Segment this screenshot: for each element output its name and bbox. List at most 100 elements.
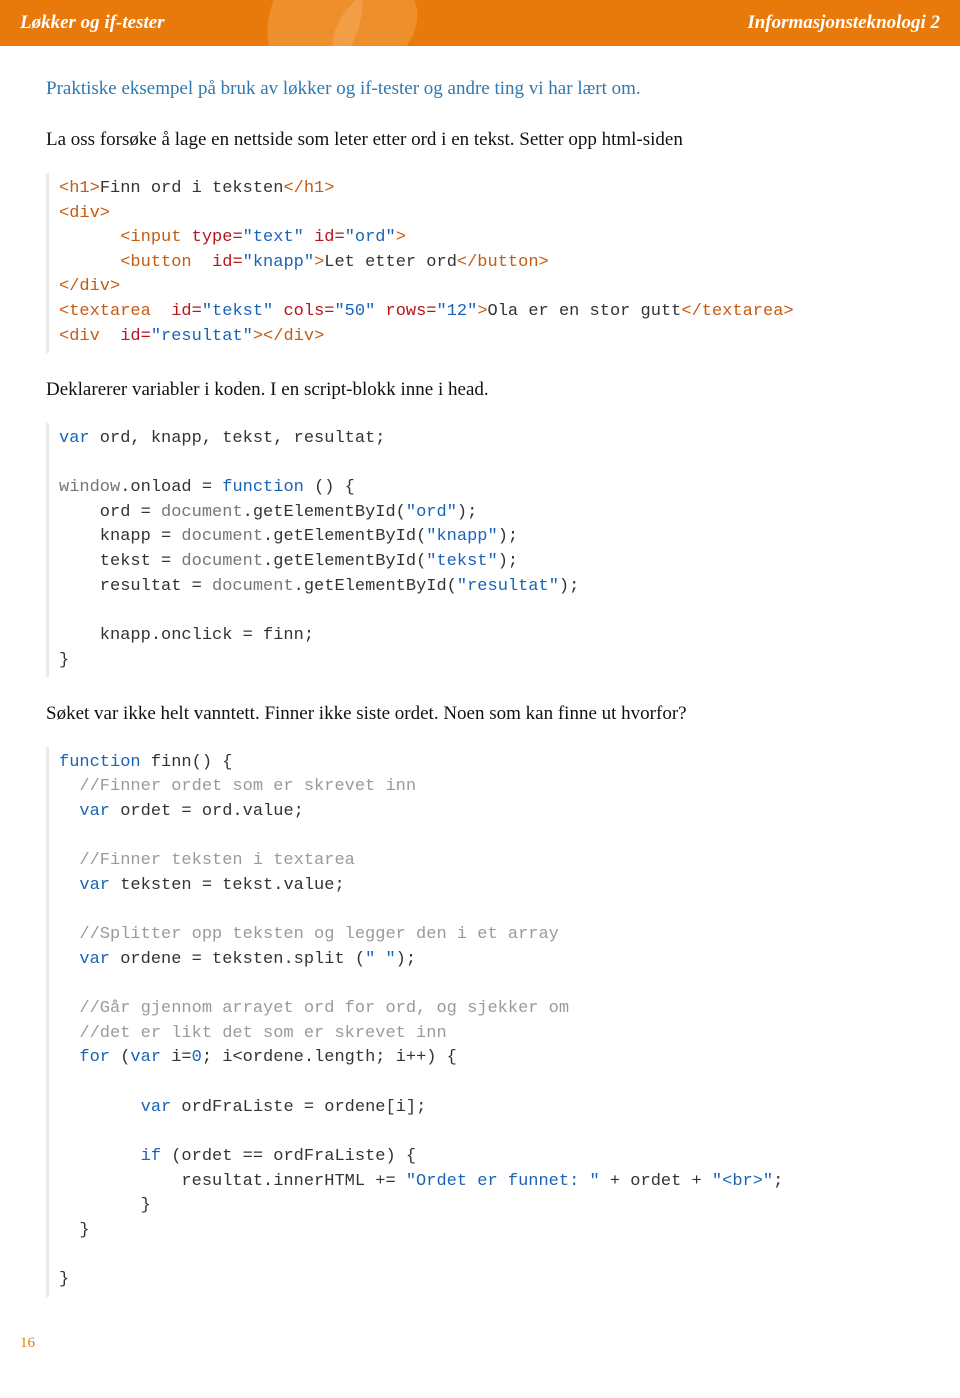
string: "resultat": [457, 577, 559, 596]
code-text: (: [110, 1048, 130, 1067]
code-text: }: [59, 1221, 90, 1240]
code-text: ordFraListe = ordene[i];: [171, 1098, 426, 1117]
comment: //Finner ordet som er skrevet inn: [59, 777, 416, 796]
string: "knapp": [243, 253, 314, 272]
code-text: + ordet +: [600, 1172, 712, 1191]
code-text: (ordet == ordFraListe) {: [161, 1147, 416, 1166]
string: "50": [334, 302, 375, 321]
tag: </div>: [59, 277, 120, 296]
paragraph-1: La oss forsøke å lage en nettside som le…: [46, 125, 914, 154]
comment: //Finner teksten i textarea: [59, 851, 355, 870]
code-block-vars: var ord, knapp, tekst, resultat; window.…: [46, 423, 914, 677]
code-text: resultat.innerHTML +=: [59, 1172, 406, 1191]
code-text: ordet = ord.value;: [110, 802, 304, 821]
tag: </h1>: [283, 179, 334, 198]
string: "tekst": [426, 552, 497, 571]
code-block-html: <h1>Finn ord i teksten</h1> <div> <input…: [46, 173, 914, 353]
comment: //det er likt det som er skrevet inn: [59, 1024, 447, 1043]
keyword: function: [222, 478, 304, 497]
comment: //Splitter opp teksten og legger den i e…: [59, 925, 559, 944]
prop: document: [181, 552, 263, 571]
page-number: 16: [0, 1329, 960, 1362]
tag: <textarea: [59, 302, 161, 321]
tag: >: [477, 302, 487, 321]
code-text: );: [396, 950, 416, 969]
tag: <input: [120, 228, 191, 247]
code-text: .getElementById(: [263, 552, 426, 571]
code-text: teksten = tekst.value;: [110, 876, 345, 895]
string: "ord": [345, 228, 396, 247]
code-text: ord, knapp, tekst, resultat;: [90, 429, 386, 448]
string: "Ordet er funnet: ": [406, 1172, 600, 1191]
code-text: finn() {: [141, 753, 233, 772]
code-text: Let etter ord: [324, 253, 457, 272]
string: "knapp": [426, 527, 497, 546]
keyword: for: [79, 1048, 110, 1067]
attr: type=: [192, 228, 243, 247]
keyword: function: [59, 753, 141, 772]
string: "resultat": [151, 327, 253, 346]
attr: id=: [110, 327, 151, 346]
tag: <h1>: [59, 179, 100, 198]
keyword: var: [79, 950, 110, 969]
tag: </textarea>: [681, 302, 793, 321]
code-text: }: [59, 1270, 69, 1289]
keyword: var: [59, 429, 90, 448]
code-text: );: [559, 577, 579, 596]
indent: [59, 253, 120, 272]
code-text: .getElementById(: [263, 527, 426, 546]
string: " ": [365, 950, 396, 969]
code-text: ordene = teksten.split (: [110, 950, 365, 969]
prop: window: [59, 478, 120, 497]
code-text: ord =: [59, 503, 161, 522]
header-right-title: Informasjonsteknologi 2: [747, 12, 940, 34]
code-text: }: [59, 1196, 151, 1215]
code-text: Ola er en stor gutt: [488, 302, 682, 321]
attr: id=: [304, 228, 345, 247]
code-text: knapp =: [59, 527, 181, 546]
attr: id=: [161, 302, 202, 321]
keyword: if: [141, 1147, 161, 1166]
prop: document: [181, 527, 263, 546]
code-block-function: function finn() { //Finner ordet som er …: [46, 747, 914, 1297]
keyword: var: [141, 1098, 172, 1117]
keyword: var: [130, 1048, 161, 1067]
attr: id=: [202, 253, 243, 272]
tag: <div>: [59, 204, 110, 223]
string: "tekst": [202, 302, 273, 321]
code-text: () {: [304, 478, 355, 497]
code-text: .getElementById(: [294, 577, 457, 596]
page-header: Løkker og if-tester Informasjonsteknolog…: [0, 0, 960, 46]
header-left-title: Løkker og if-tester: [20, 12, 165, 34]
code-text: }: [59, 651, 69, 670]
prop: document: [212, 577, 294, 596]
content-area: Praktiske eksempel på bruk av løkker og …: [0, 46, 960, 1329]
tag: >: [314, 253, 324, 272]
code-text: ; i<ordene.length; i++) {: [202, 1048, 457, 1067]
attr: rows=: [375, 302, 436, 321]
attr: cols=: [273, 302, 334, 321]
intro-paragraph: Praktiske eksempel på bruk av løkker og …: [46, 74, 914, 103]
string: "12": [437, 302, 478, 321]
paragraph-2: Deklarerer variabler i koden. I en scrip…: [46, 375, 914, 404]
keyword: var: [79, 802, 110, 821]
number: 0: [192, 1048, 202, 1067]
prop: document: [161, 503, 243, 522]
code-text: .onload =: [120, 478, 222, 497]
code-text: );: [498, 552, 518, 571]
code-text: resultat =: [59, 577, 212, 596]
code-text: );: [498, 527, 518, 546]
indent: [59, 228, 120, 247]
string: "text": [243, 228, 304, 247]
code-text: knapp.onclick = finn;: [59, 626, 314, 645]
tag: </button>: [457, 253, 549, 272]
tag: <div: [59, 327, 110, 346]
code-text: Finn ord i teksten: [100, 179, 284, 198]
tag: <button: [120, 253, 202, 272]
string: "<br>": [712, 1172, 773, 1191]
tag: >: [396, 228, 406, 247]
paragraph-3: Søket var ikke helt vanntett. Finner ikk…: [46, 699, 914, 728]
code-text: ;: [773, 1172, 783, 1191]
code-text: .getElementById(: [243, 503, 406, 522]
comment: //Går gjennom arrayet ord for ord, og sj…: [59, 999, 569, 1018]
